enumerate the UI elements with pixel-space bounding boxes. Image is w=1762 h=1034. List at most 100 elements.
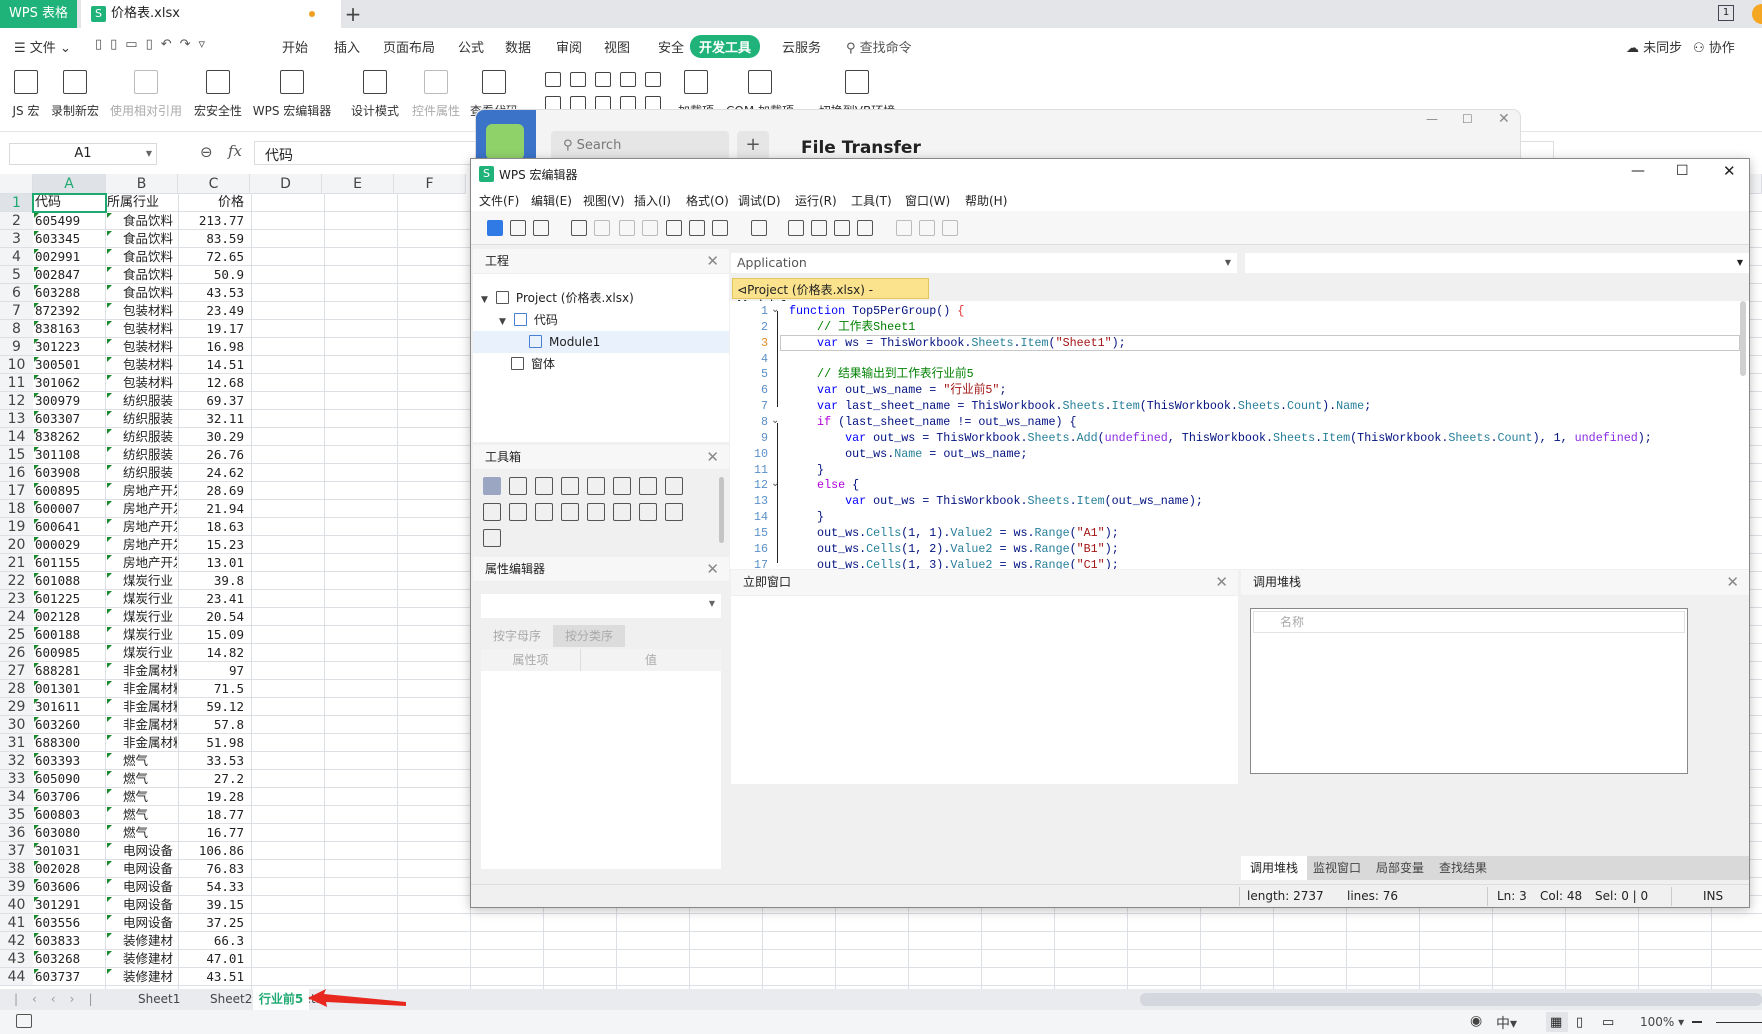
- cell[interactable]: 房地产开发: [123, 554, 177, 572]
- cell[interactable]: 房地产开发: [123, 536, 177, 554]
- cell[interactable]: 20.54: [179, 608, 248, 626]
- cell[interactable]: 301108: [35, 446, 105, 464]
- code-line[interactable]: 3 var ws = ThisWorkbook.Sheets.Item("She…: [761, 334, 1740, 351]
- toolbox-control-5[interactable]: [613, 477, 631, 495]
- cell[interactable]: 非金属材料: [123, 734, 177, 752]
- toolbox-scrollbar[interactable]: [719, 477, 724, 543]
- editor-toolbar-button-2[interactable]: [533, 220, 549, 236]
- tree-project[interactable]: ▼ Project (价格表.xlsx): [481, 287, 634, 309]
- cell[interactable]: 纺织服装: [123, 392, 177, 410]
- cell[interactable]: 14.82: [179, 644, 248, 662]
- toolbox-control-16[interactable]: [483, 529, 501, 547]
- tab-categorized[interactable]: 按分类序: [553, 625, 625, 647]
- control-icon[interactable]: [620, 72, 636, 87]
- ft-minimize-button[interactable]: —: [1426, 112, 1438, 126]
- cell[interactable]: 纺织服装: [123, 446, 177, 464]
- row-header[interactable]: 5: [0, 266, 33, 284]
- menu-tab-4[interactable]: 数据: [505, 37, 531, 56]
- cell[interactable]: 600641: [35, 518, 105, 536]
- bottom-tab-1[interactable]: 监视窗口: [1304, 856, 1370, 880]
- code-line[interactable]: 8 if (last_sheet_name != out_ws_name) {⌄: [730, 414, 1749, 430]
- menu-tab-5[interactable]: 审阅: [556, 37, 582, 56]
- cell[interactable]: 非金属材料: [123, 662, 177, 680]
- cell[interactable]: 包装材料: [123, 320, 177, 338]
- frog-avatar-icon[interactable]: [486, 124, 524, 160]
- editor-menu-0[interactable]: 文件(F): [479, 192, 519, 209]
- ribbon-button-4[interactable]: WPS 宏编辑器: [252, 70, 332, 119]
- input-method-icon[interactable]: 中▾: [1496, 1013, 1517, 1033]
- row-header[interactable]: 28: [0, 680, 33, 698]
- file-transfer-add-button[interactable]: +: [737, 131, 769, 161]
- code-line[interactable]: 9 var out_ws = ThisWorkbook.Sheets.Add(u…: [730, 430, 1749, 446]
- cell[interactable]: 14.51: [179, 356, 248, 374]
- cell[interactable]: 纺织服装: [123, 428, 177, 446]
- code-editor[interactable]: 1 function Top5PerGroup() {⌄ 2 // 工作表Sheet…: [730, 301, 1749, 569]
- menu-tab-3[interactable]: 公式: [458, 37, 484, 56]
- cell[interactable]: 603288: [35, 284, 105, 302]
- object-combo[interactable]: Application ▼: [731, 253, 1237, 273]
- cell[interactable]: 301291: [35, 896, 105, 914]
- tree-code-folder[interactable]: ▼ 代码: [499, 309, 558, 331]
- new-tab-button[interactable]: +: [340, 2, 366, 26]
- row-header[interactable]: 17: [0, 482, 33, 500]
- row-header[interactable]: 37: [0, 842, 33, 860]
- editor-toolbar-button-13[interactable]: [834, 220, 850, 236]
- cell[interactable]: 非金属材料: [123, 716, 177, 734]
- column-header-F[interactable]: F: [394, 174, 466, 194]
- sheet-tab-1[interactable]: Sheet2: [210, 989, 252, 1010]
- cell[interactable]: 包装材料: [123, 356, 177, 374]
- row-header[interactable]: 44: [0, 968, 33, 986]
- cell[interactable]: 001301: [35, 680, 105, 698]
- cell[interactable]: 71.5: [179, 680, 248, 698]
- quick-access-icons[interactable]: ▯▯▭▯↶↷▿: [95, 37, 213, 52]
- cell[interactable]: 纺织服装: [123, 410, 177, 428]
- menu-tab-7[interactable]: 安全: [658, 37, 684, 56]
- callstack-list[interactable]: 名称: [1250, 608, 1688, 774]
- ribbon-button-1[interactable]: 录制新宏: [35, 70, 115, 119]
- tree-forms[interactable]: 窗体: [511, 353, 555, 375]
- editor-menu-2[interactable]: 视图(V): [583, 192, 625, 209]
- app-tab[interactable]: WPS 表格: [0, 0, 77, 28]
- row-header[interactable]: 38: [0, 860, 33, 878]
- cell[interactable]: 39.15: [179, 896, 248, 914]
- row-header[interactable]: 22: [0, 572, 33, 590]
- cell[interactable]: 59.12: [179, 698, 248, 716]
- horizontal-scrollbar[interactable]: [1140, 993, 1762, 1006]
- cell[interactable]: 18.77: [179, 806, 248, 824]
- menu-tab-1[interactable]: 插入: [334, 37, 360, 56]
- row-header[interactable]: 14: [0, 428, 33, 446]
- ft-maximize-button[interactable]: ☐: [1462, 112, 1473, 126]
- code-line[interactable]: 6 var out_ws_name = "行业前5";: [730, 382, 1749, 398]
- editor-toolbar-button-11[interactable]: [788, 220, 804, 236]
- cell[interactable]: 32.11: [179, 410, 248, 428]
- cell[interactable]: 688281: [35, 662, 105, 680]
- toolbox-control-4[interactable]: [587, 477, 605, 495]
- row-header[interactable]: 21: [0, 554, 33, 572]
- control-icon[interactable]: [595, 72, 611, 87]
- cell[interactable]: 19.28: [179, 788, 248, 806]
- editor-toolbar-button-14[interactable]: [857, 220, 873, 236]
- toolbox-control-0[interactable]: [483, 477, 501, 495]
- toolbox-control-11[interactable]: [561, 503, 579, 521]
- row-header[interactable]: 25: [0, 626, 33, 644]
- code-line[interactable]: 12 else {⌄: [730, 477, 1749, 493]
- bottom-tab-2[interactable]: 局部变量: [1367, 856, 1433, 880]
- row-header[interactable]: 2: [0, 212, 33, 230]
- column-header-C[interactable]: C: [178, 174, 250, 194]
- cell[interactable]: 002028: [35, 860, 105, 878]
- callstack-close-icon[interactable]: ✕: [1726, 570, 1739, 595]
- toolbox-control-1[interactable]: [509, 477, 527, 495]
- column-header-D[interactable]: D: [250, 174, 322, 194]
- editor-toolbar-button-5[interactable]: [619, 220, 635, 236]
- row-header[interactable]: 20: [0, 536, 33, 554]
- column-header-B[interactable]: B: [106, 174, 178, 194]
- editor-menu-3[interactable]: 插入(I): [634, 192, 671, 209]
- cell[interactable]: 213.77: [179, 212, 248, 230]
- eye-protection-icon[interactable]: ◉: [1470, 1013, 1482, 1029]
- toolbox-control-14[interactable]: [639, 503, 657, 521]
- row-header[interactable]: 3: [0, 230, 33, 248]
- cell[interactable]: 600985: [35, 644, 105, 662]
- cell[interactable]: 603307: [35, 410, 105, 428]
- file-transfer-search[interactable]: ⚲ Search: [551, 131, 729, 161]
- window-count-icon[interactable]: 1: [1718, 5, 1734, 21]
